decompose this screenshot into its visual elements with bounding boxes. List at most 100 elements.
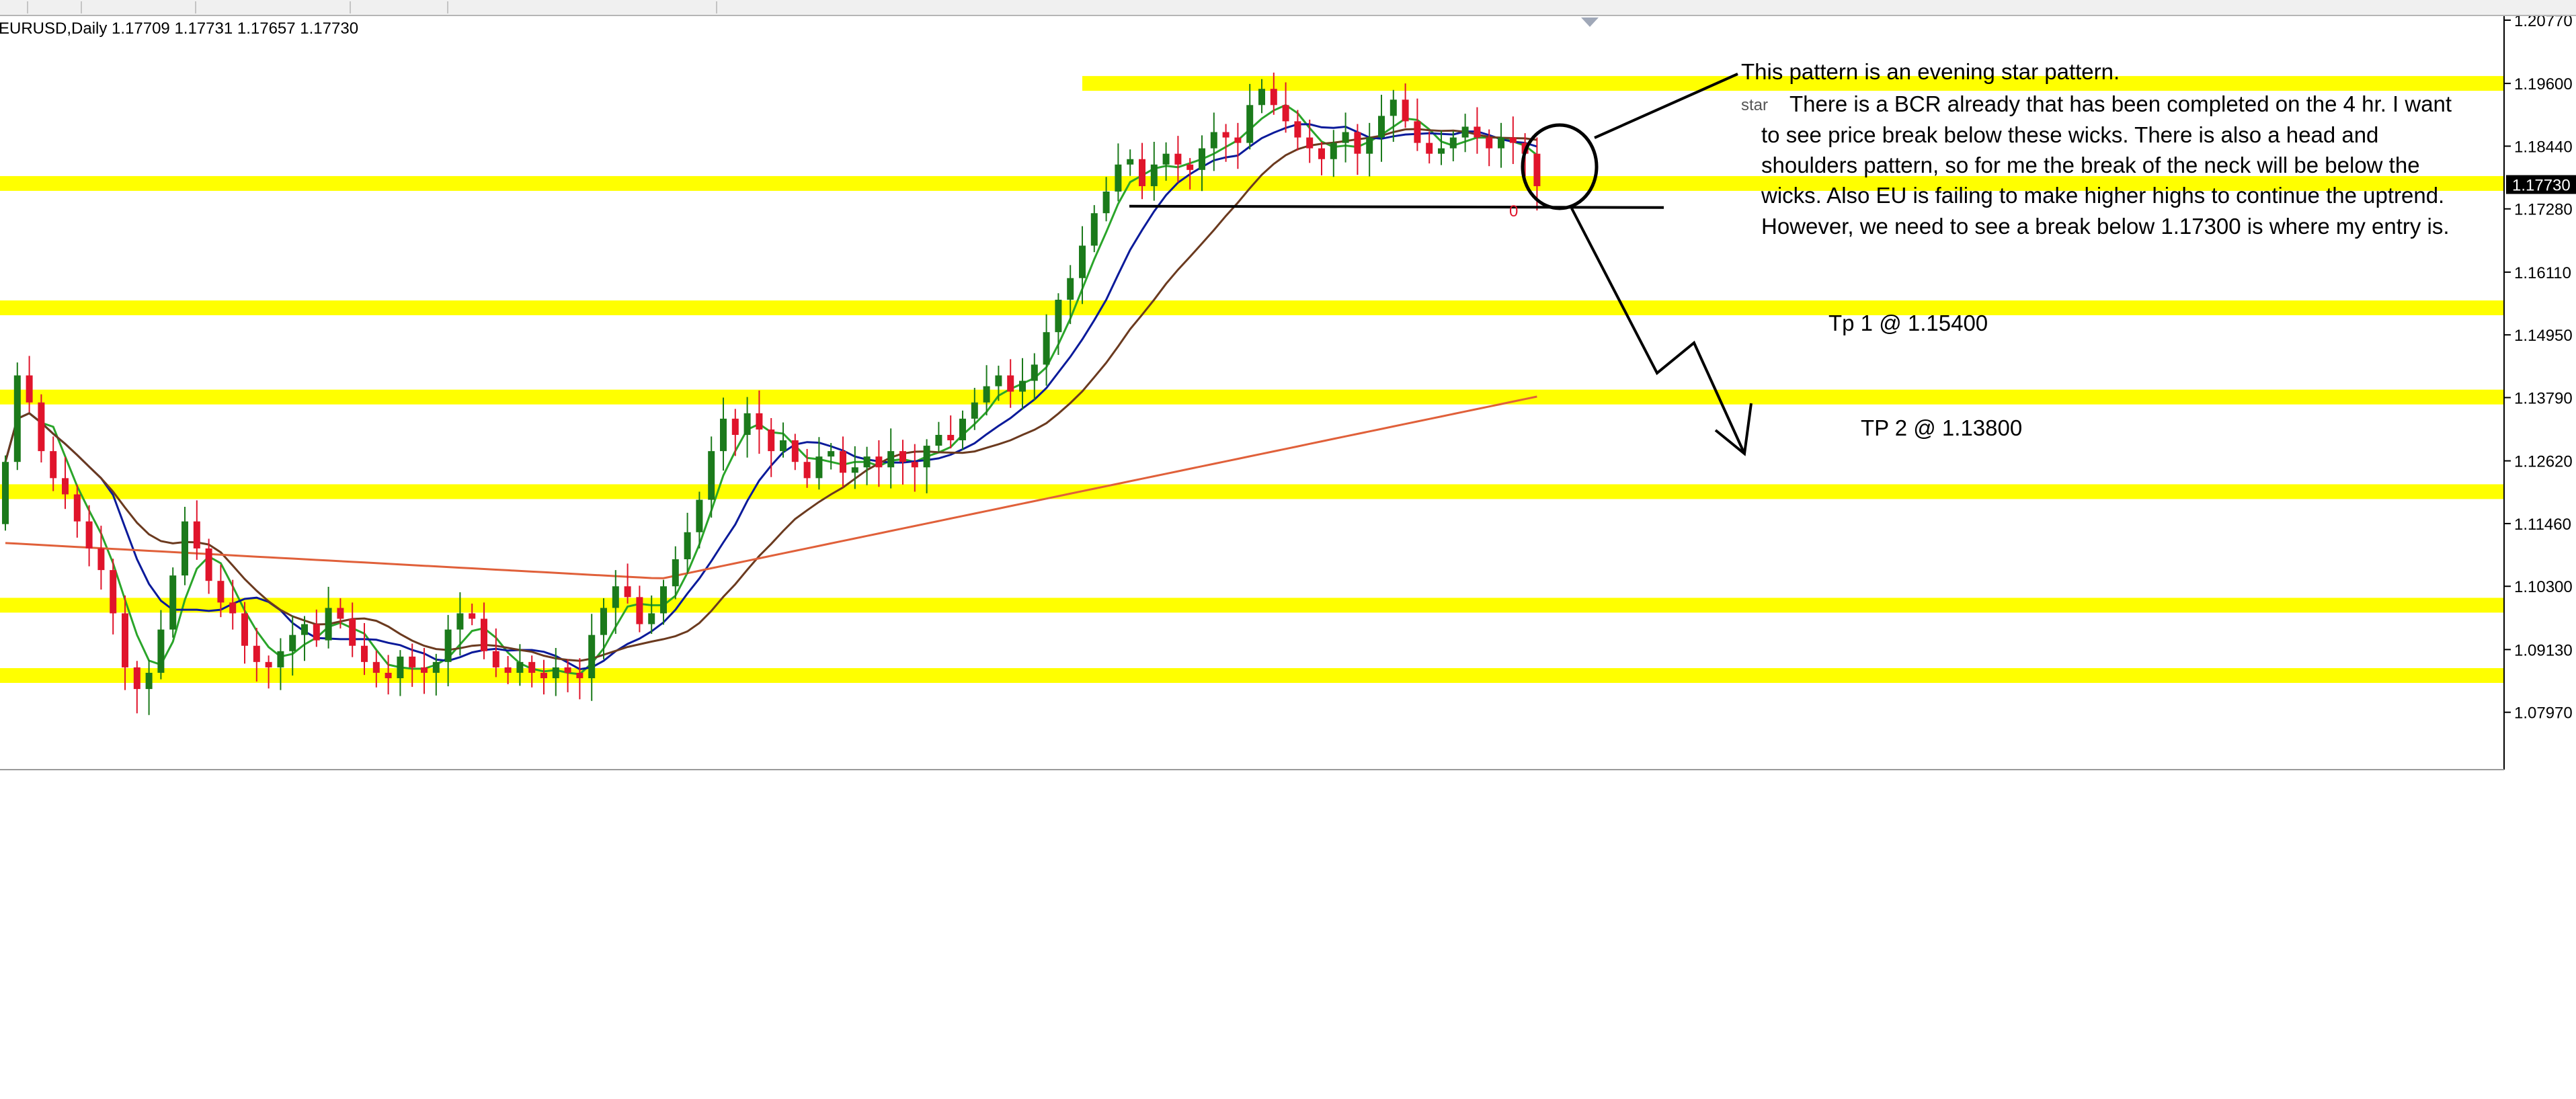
candle-body xyxy=(1210,132,1217,149)
candle-body xyxy=(1174,153,1182,165)
candle-body xyxy=(205,548,212,581)
candle-body xyxy=(277,651,284,667)
candle-body xyxy=(828,451,835,457)
candle-body xyxy=(1306,137,1314,149)
candle-body xyxy=(1318,148,1325,159)
candle-body xyxy=(372,661,380,673)
candle-body xyxy=(38,402,45,452)
annotation-line-3: shoulders pattern, so for me the break o… xyxy=(1761,153,2420,177)
candle-body xyxy=(229,602,237,614)
candle-body xyxy=(313,624,320,641)
candle-body xyxy=(1019,380,1026,392)
candle-body xyxy=(923,446,930,468)
candle-body xyxy=(863,456,871,468)
price-tick-label: 1.14950 xyxy=(2514,327,2573,345)
candle-body xyxy=(1031,364,1038,381)
candle-body xyxy=(684,532,691,560)
toolbar-separator xyxy=(447,1,448,13)
candle-body xyxy=(743,413,751,435)
candle-body xyxy=(1067,278,1074,300)
candle-body xyxy=(122,613,128,667)
price-tick-label: 1.10300 xyxy=(2514,578,2573,596)
candle-body xyxy=(1474,126,1481,138)
candle-body xyxy=(1079,245,1086,278)
candle-body xyxy=(325,608,332,641)
toolbar-separator xyxy=(81,1,82,13)
candle-body xyxy=(768,429,775,452)
candle-body xyxy=(301,624,308,635)
candle-body xyxy=(492,651,499,667)
candle-body xyxy=(1234,137,1242,143)
candle-body xyxy=(528,661,536,673)
candle-body xyxy=(421,667,428,673)
candle-body xyxy=(1509,137,1517,143)
candle-body xyxy=(840,451,846,473)
candle-body xyxy=(1282,105,1289,122)
candle-body xyxy=(624,586,631,598)
candle-body xyxy=(1102,192,1110,214)
candle-body xyxy=(85,521,93,548)
candle-body xyxy=(469,613,476,619)
price-tick-label: 1.18440 xyxy=(2514,138,2573,156)
candle-body xyxy=(935,434,942,446)
sr-zone xyxy=(0,598,2504,613)
candle-body xyxy=(1414,121,1421,143)
candle-body xyxy=(157,629,165,673)
price-chart[interactable]: 0 1.20770 1.19600 1.18440 1.17280 1.16110 1.1… xyxy=(0,16,2576,1099)
candle-body xyxy=(73,494,81,522)
candle-body xyxy=(911,462,918,468)
candle-body xyxy=(182,521,188,576)
price-tick-label: 1.11460 xyxy=(2514,516,2571,534)
candle-body xyxy=(552,667,559,678)
candle-body xyxy=(1402,99,1409,122)
annotation-line-1: There is a BCR already that has been com… xyxy=(1789,91,2452,116)
candle-body xyxy=(636,597,643,624)
candle-body xyxy=(899,451,906,462)
candle-body xyxy=(815,456,823,479)
candle-body xyxy=(803,462,811,479)
chart-toolbar xyxy=(0,0,2576,16)
candle-body xyxy=(1330,143,1337,159)
candle-body xyxy=(731,418,739,435)
annotation-line-5: However, we need to see a break below 1.… xyxy=(1761,214,2450,239)
candle-body xyxy=(456,613,464,630)
candle-body xyxy=(696,499,703,532)
candle-body xyxy=(1390,99,1397,116)
small-marker: 0 xyxy=(1509,202,1518,220)
candle-body xyxy=(13,375,21,462)
tp2-label: TP 2 @ 1.13800 xyxy=(1861,415,2022,440)
candle-body xyxy=(1438,148,1445,154)
candle-body xyxy=(971,402,978,419)
candle-body xyxy=(516,661,524,673)
candle-body xyxy=(1199,148,1205,170)
candle-body xyxy=(576,672,583,678)
candle-body xyxy=(110,570,117,614)
candle-body xyxy=(1127,159,1134,165)
candle-body xyxy=(1007,375,1014,392)
candle-body xyxy=(265,661,272,667)
candle-body xyxy=(349,618,356,646)
candle-body xyxy=(1498,137,1504,149)
candle-body xyxy=(1258,89,1265,106)
sr-zone xyxy=(0,484,2504,499)
candle-body xyxy=(26,375,33,403)
candle-body xyxy=(612,586,619,608)
candle-body xyxy=(1342,132,1349,143)
candle-body xyxy=(361,645,368,662)
candle-body xyxy=(983,386,990,403)
sr-zone xyxy=(0,300,2504,315)
candle-body xyxy=(780,440,787,452)
candle-body xyxy=(1186,164,1194,170)
candle-body xyxy=(50,451,57,479)
candle-body xyxy=(1270,89,1277,106)
candle-body xyxy=(887,451,895,468)
candle-body xyxy=(62,478,69,495)
candle-body xyxy=(217,581,225,603)
candle-body xyxy=(708,451,715,500)
toolbar-separator xyxy=(350,1,351,13)
price-tick-label: 1.19600 xyxy=(2514,75,2573,93)
candle-body xyxy=(1533,153,1541,186)
candle-body xyxy=(791,440,799,462)
candle-body xyxy=(564,667,571,673)
candle-body xyxy=(540,672,547,678)
